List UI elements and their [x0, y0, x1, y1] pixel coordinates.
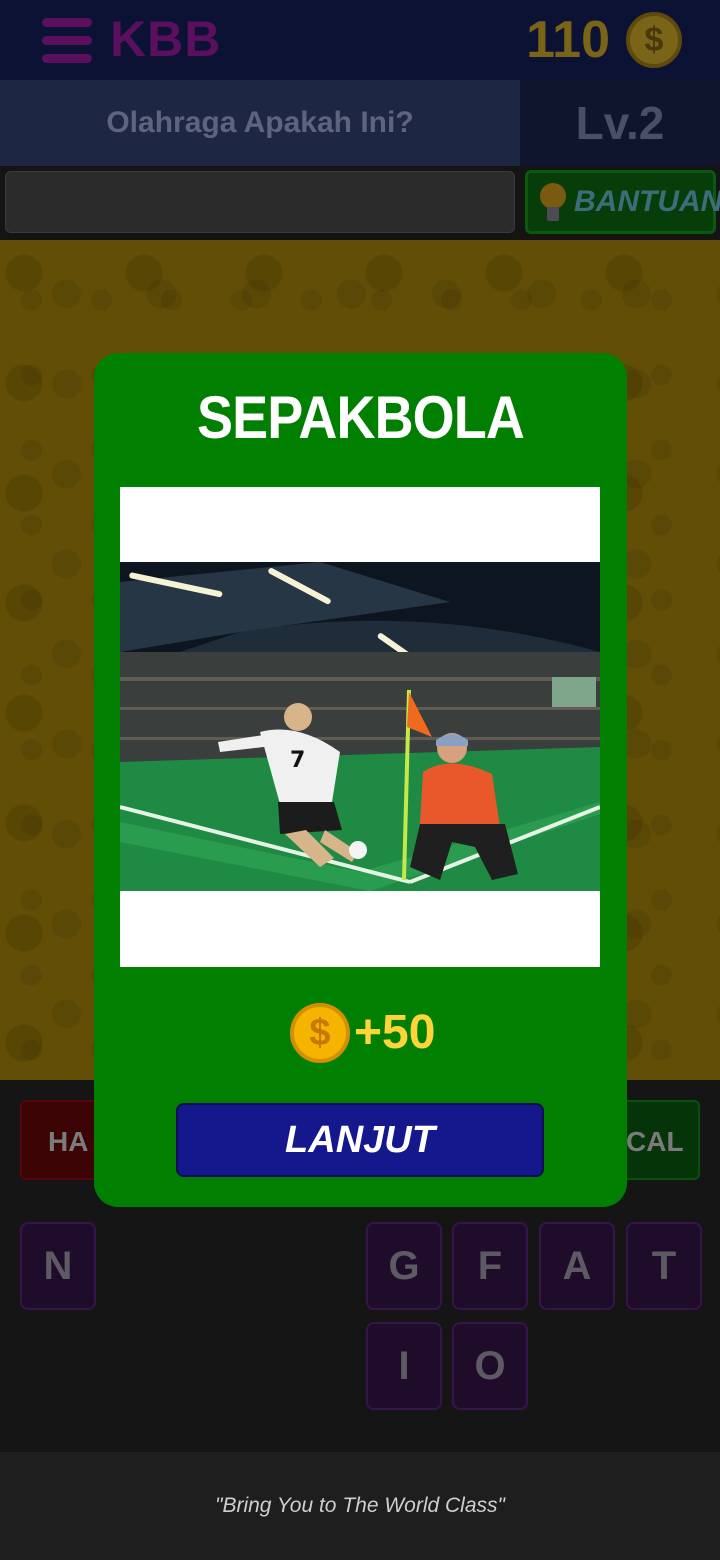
letter-tile[interactable]: I: [366, 1322, 442, 1410]
letter-tile[interactable]: F: [452, 1222, 528, 1310]
level-label: Lv.2: [575, 97, 665, 149]
question-image-frame: 7: [120, 487, 600, 967]
letter-tile[interactable]: O: [452, 1322, 528, 1410]
coin-count: 110: [526, 11, 610, 69]
football-photo: 7: [120, 562, 600, 891]
level-box: Lv.2: [520, 80, 720, 166]
lightbulb-icon: [540, 183, 566, 223]
letter-tile[interactable]: N: [20, 1222, 96, 1310]
result-modal: SEPAKBOLA 7 $ +50 LANJUT: [94, 353, 627, 1207]
letter-tile[interactable]: T: [626, 1222, 702, 1310]
question-text: Olahraga Apakah Ini?: [106, 106, 414, 139]
app-title: KBB: [110, 11, 222, 67]
coin-icon: $: [626, 12, 682, 68]
help-button-label: BANTUAN: [574, 185, 720, 218]
svg-text:7: 7: [290, 748, 305, 773]
help-button[interactable]: BANTUAN: [525, 170, 720, 234]
question-bar: Olahraga Apakah Ini?: [0, 80, 520, 166]
letter-tile[interactable]: A: [539, 1222, 615, 1310]
next-button[interactable]: LANJUT: [176, 1103, 544, 1177]
answer-title: SEPAKBOLA: [197, 384, 525, 451]
menu-icon[interactable]: [42, 18, 92, 64]
top-bar: [0, 0, 720, 80]
footer: "Bring You to The World Class": [0, 1452, 720, 1560]
tagline: "Bring You to The World Class": [215, 1494, 505, 1517]
letter-tile[interactable]: G: [366, 1222, 442, 1310]
reward-row: $ +50: [94, 1001, 627, 1065]
answer-input[interactable]: [5, 171, 515, 233]
coin-icon: $: [290, 1003, 350, 1063]
reward-amount: +50: [354, 1006, 436, 1059]
